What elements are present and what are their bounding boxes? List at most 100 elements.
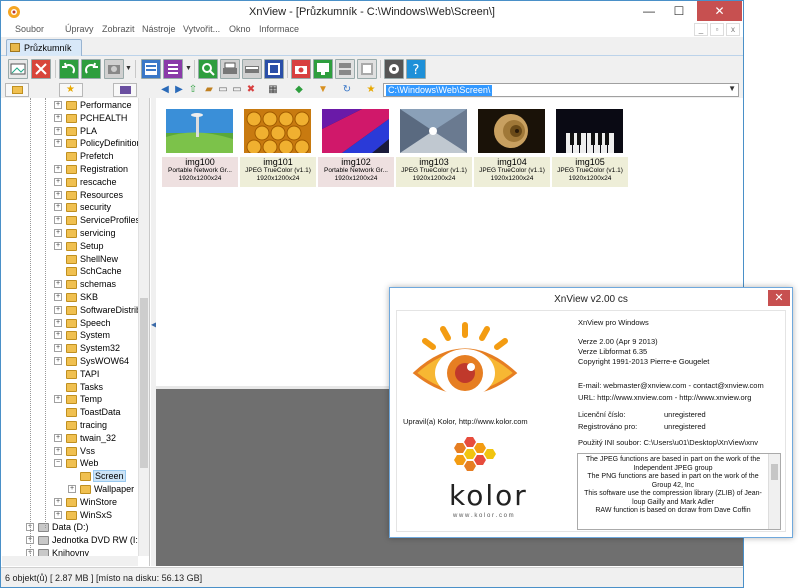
expand-icon[interactable]: + xyxy=(54,305,62,314)
tree-item[interactable]: SchCache xyxy=(2,265,149,278)
tab-pruzkumnik[interactable]: Průzkumník xyxy=(6,39,82,56)
tree-item[interactable]: + Registration xyxy=(2,163,149,176)
folders-pane-tab[interactable] xyxy=(5,83,29,97)
menu-zobrazit[interactable]: Zobrazit xyxy=(102,24,135,34)
tree-item[interactable]: + SysWOW64 xyxy=(2,355,149,368)
tree-item[interactable]: Prefetch xyxy=(2,150,149,163)
thumbnail-image[interactable] xyxy=(322,109,389,153)
tree-item[interactable]: Screen xyxy=(2,470,149,483)
tree-item[interactable]: +SoftwareDistribution xyxy=(2,304,149,317)
mdi-minimize-button[interactable]: _ xyxy=(694,23,708,36)
expand-icon[interactable]: + xyxy=(54,126,62,135)
menu-soubor[interactable]: Soubor xyxy=(15,24,44,34)
expand-icon[interactable]: + xyxy=(54,190,62,199)
tree-item[interactable]: + Setup xyxy=(2,240,149,253)
chevron-down-icon[interactable]: ▼ xyxy=(728,84,736,93)
view-mode-icon[interactable]: ▦ xyxy=(267,84,279,96)
thumbnail-item[interactable]: img100 Portable Network Gr... 1920x1200x24 xyxy=(162,105,239,187)
expand-icon[interactable]: + xyxy=(54,139,62,148)
close-button[interactable]: ✕ xyxy=(697,1,742,21)
expand-icon[interactable]: + xyxy=(54,446,62,455)
address-path[interactable]: C:\Windows\Web\Screen\ xyxy=(386,85,493,96)
expand-icon[interactable]: + xyxy=(54,113,62,122)
expand-icon[interactable]: + xyxy=(54,229,62,237)
back-arrow-icon[interactable]: ◀ xyxy=(159,84,171,96)
expand-icon[interactable]: + xyxy=(54,510,62,519)
sort-icon[interactable]: ◆ xyxy=(293,84,305,96)
tree-item[interactable]: + servicing xyxy=(2,227,149,240)
thumbnail-image[interactable] xyxy=(244,109,311,155)
dropdown-arrow-icon[interactable]: ▼ xyxy=(185,65,192,72)
tree-item[interactable]: + ServiceProfiles xyxy=(2,214,149,227)
copy-to-icon[interactable]: ▭ xyxy=(217,84,229,96)
new-folder-icon[interactable]: ▰ xyxy=(203,84,215,96)
thumbnail-item[interactable]: img105 JPEG TrueColor (v1.1) 1920x1200x24 xyxy=(552,105,629,187)
tree-item[interactable]: TAPI xyxy=(2,368,149,381)
expand-icon[interactable]: + xyxy=(54,433,62,442)
thumbnail-image[interactable] xyxy=(556,109,623,153)
categories-pane-tab[interactable] xyxy=(113,83,137,97)
tree-item[interactable]: tracing xyxy=(2,419,149,432)
thumbnail-item[interactable]: img101 JPEG TrueColor (v1.1) 1920x1200x24 xyxy=(240,105,317,187)
tree-item[interactable]: + PolicyDefinitions xyxy=(2,137,149,150)
list-view-icon[interactable] xyxy=(163,59,183,79)
mdi-maximize-button[interactable]: ▫ xyxy=(710,23,724,36)
menu-okno[interactable]: Okno xyxy=(229,24,251,34)
thumbnail-image[interactable] xyxy=(478,109,545,153)
forward-arrow-icon[interactable]: ▶ xyxy=(173,84,185,96)
tree-item[interactable]: + security xyxy=(2,201,149,214)
move-to-icon[interactable]: ▭ xyxy=(231,84,243,96)
folder-tree[interactable]: + Performance + PCHEALTH + PLA + PolicyDefiniti… xyxy=(2,98,150,566)
credits-scrollbar[interactable] xyxy=(768,454,780,529)
dialog-close-button[interactable]: ✕ xyxy=(768,290,790,306)
rotate-right-icon[interactable] xyxy=(81,59,101,79)
expand-icon[interactable]: + xyxy=(54,331,62,340)
menu-vytvorit[interactable]: Vytvořit... xyxy=(183,24,220,34)
tree-vertical-scrollbar[interactable] xyxy=(138,98,149,556)
filter-icon[interactable]: ▼ xyxy=(317,84,329,96)
tree-item[interactable]: + rescache xyxy=(2,176,149,189)
tree-item[interactable]: + Performance xyxy=(2,99,149,112)
contact-sheet-icon[interactable] xyxy=(335,59,355,79)
expand-icon[interactable]: + xyxy=(54,293,62,301)
batch-convert-icon[interactable] xyxy=(104,59,124,79)
favorite-star-icon[interactable]: ★ xyxy=(365,84,377,96)
expand-icon[interactable]: + xyxy=(54,177,62,186)
tree-item[interactable]: + PLA xyxy=(2,125,149,138)
up-folder-icon[interactable]: ⇧ xyxy=(187,84,199,96)
tree-item[interactable]: + Speech xyxy=(2,317,149,330)
tree-item[interactable]: − Web xyxy=(2,457,149,470)
expand-icon[interactable]: + xyxy=(54,203,62,212)
settings-gear-icon[interactable] xyxy=(384,59,404,79)
expand-icon[interactable]: + xyxy=(54,241,62,250)
scrollbar-thumb[interactable] xyxy=(771,464,778,480)
tree-item[interactable]: + Resources xyxy=(2,189,149,202)
tree-item[interactable]: + Jednotka DVD RW (I:) xyxy=(2,534,149,547)
tree-item[interactable]: + twain_32 xyxy=(2,432,149,445)
address-bar[interactable]: C:\Windows\Web\Screen\ ▼ xyxy=(383,83,739,97)
favorites-pane-tab[interactable]: ★ xyxy=(59,83,83,97)
slideshow-icon[interactable] xyxy=(264,59,284,79)
maximize-button[interactable]: ☐ xyxy=(665,1,693,21)
dropdown-arrow-icon[interactable]: ▼ xyxy=(125,65,132,72)
tree-item[interactable]: + Wallpaper xyxy=(2,483,149,496)
refresh-icon[interactable]: ↻ xyxy=(341,84,353,96)
capture-icon[interactable] xyxy=(291,59,311,79)
menu-nastroje[interactable]: Nástroje xyxy=(142,24,176,34)
thumbnail-item[interactable]: img102 Portable Network Gr... 1920x1200x24 xyxy=(318,105,395,187)
tree-item[interactable]: ToastData xyxy=(2,406,149,419)
close-image-icon[interactable] xyxy=(31,59,51,79)
scrollbar-thumb[interactable] xyxy=(140,298,148,468)
thumbnail-image[interactable] xyxy=(400,109,467,153)
expand-icon[interactable]: + xyxy=(54,280,62,289)
thumbnail-view-icon[interactable] xyxy=(141,59,161,79)
view-image-icon[interactable] xyxy=(8,59,28,79)
collapse-icon[interactable]: − xyxy=(54,459,62,468)
tree-item[interactable]: + Vss xyxy=(2,445,149,458)
tree-item[interactable]: + WinSxS xyxy=(2,509,149,522)
expand-icon[interactable]: + xyxy=(54,497,62,506)
tree-item[interactable]: Tasks xyxy=(2,381,149,394)
tree-horizontal-scrollbar[interactable] xyxy=(2,556,138,566)
expand-icon[interactable]: + xyxy=(54,216,62,225)
credits-textbox[interactable]: The JPEG functions are based in part on … xyxy=(577,453,781,530)
